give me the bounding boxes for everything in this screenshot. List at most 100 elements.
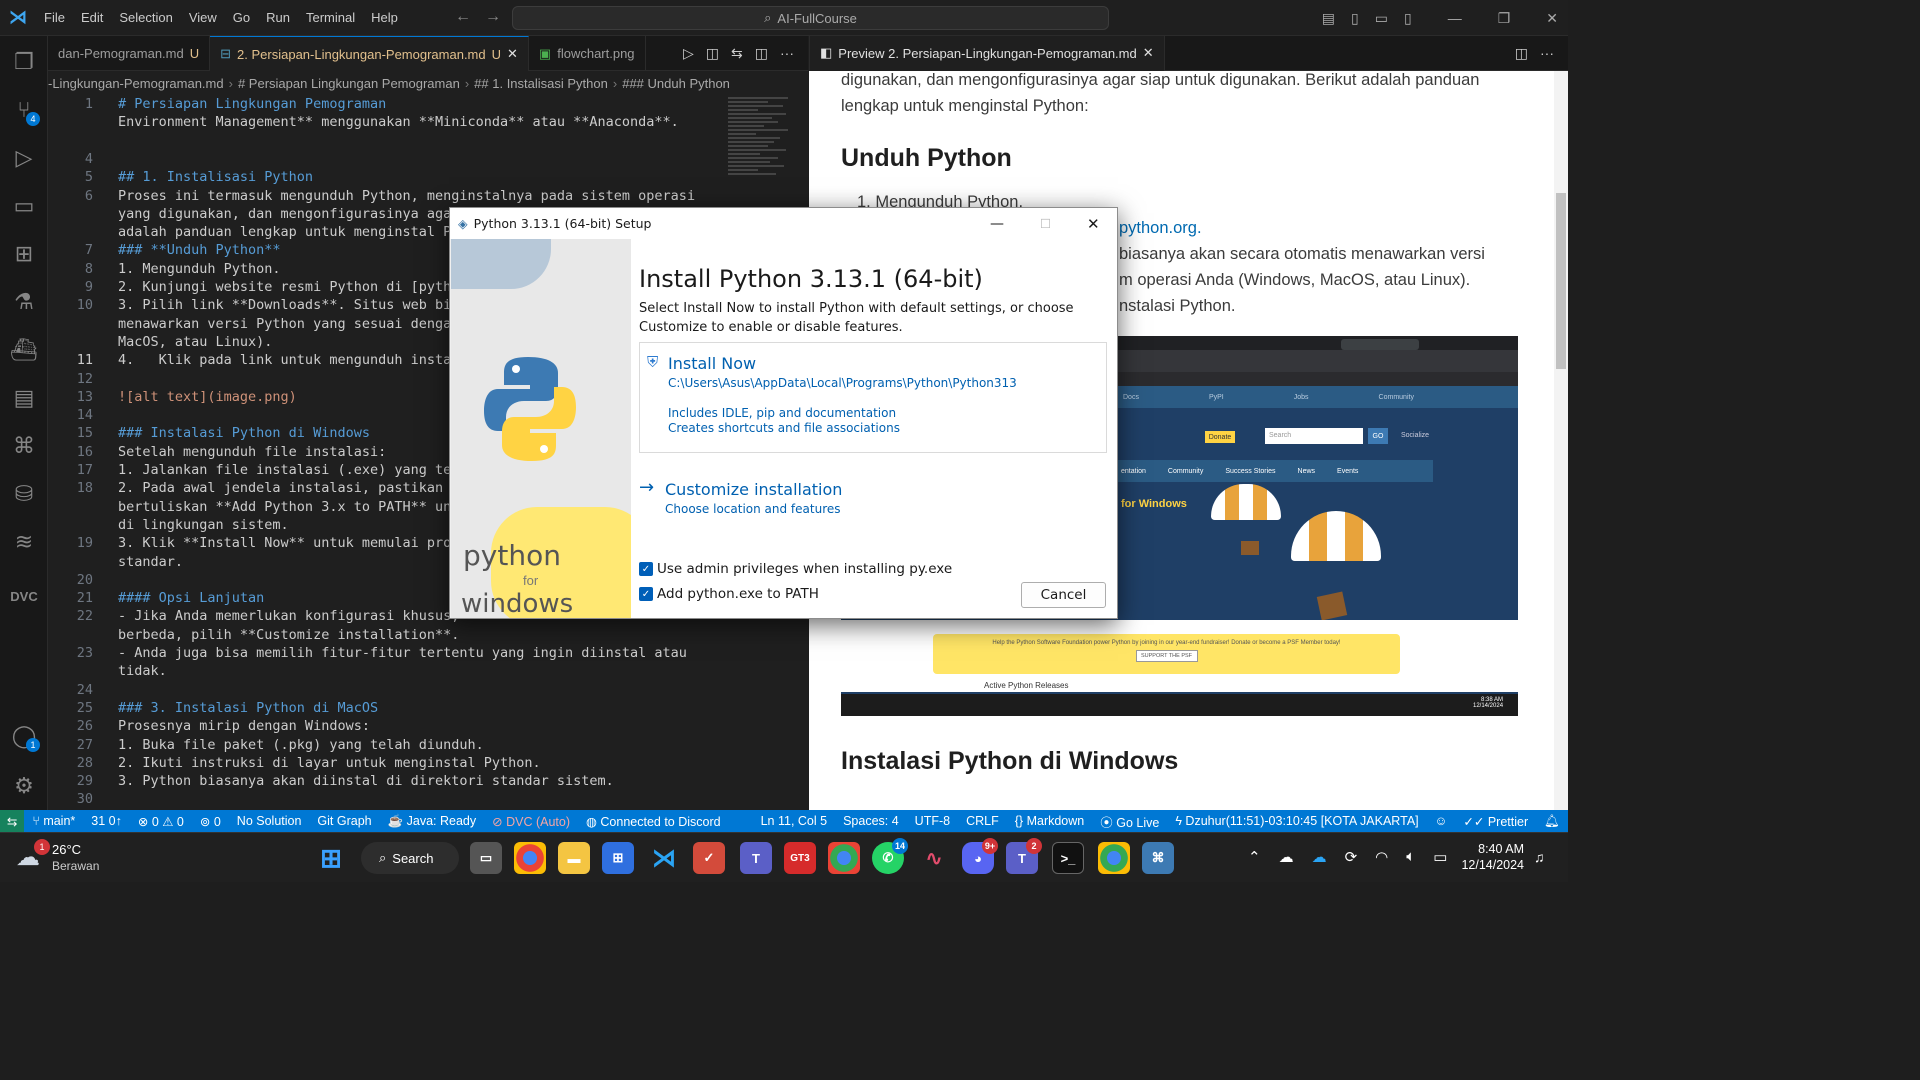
code-line[interactable]: 25 ### 3. Instalasi Python di MacOS [48,699,808,717]
discord-icon[interactable]: ◕ 9+ [962,838,998,874]
code-line[interactable]: 28 2. Ikuti instruksi di layar untuk meng… [48,754,808,772]
pulse-icon[interactable]: ∿ [918,842,950,874]
menu-go[interactable]: Go [225,0,258,36]
customize-label[interactable]: Customize installation [665,480,842,499]
more-actions-icon[interactable]: ··· [1540,45,1554,61]
split-editor-icon[interactable]: ◫ [755,45,768,62]
tab-preview[interactable]: ◧ Preview 2. Persiapan-Lingkungan-Pemogr… [810,35,1165,71]
run-debug-icon[interactable]: ▷ [0,138,48,178]
forward-arrow-icon[interactable]: → [485,8,515,25]
notebook-icon[interactable]: ▤ [0,378,48,418]
account-icon[interactable]: ◯ 1 [0,716,48,756]
onedrive-icon[interactable]: ☁ [1312,848,1327,866]
database-icon[interactable]: ⛁ [0,474,48,514]
install-now-option[interactable]: ⛨ Install Now C:\Users\Asus\AppData\Loca… [639,342,1107,453]
teams-2-icon[interactable]: T2 [1006,838,1042,874]
git-branch[interactable]: ⑂ main* [24,814,83,828]
indentation[interactable]: Spaces: 4 [835,814,907,828]
breadcrumb-file[interactable]: -Lingkungan-Pemograman.md [48,76,224,91]
breadcrumb-h1[interactable]: # Persiapan Lingkungan Pemograman [238,76,460,91]
menu-edit[interactable]: Edit [73,0,111,36]
menu-terminal[interactable]: Terminal [298,0,363,36]
dialog-close-icon[interactable]: ✕ [1087,215,1100,233]
prayer-times[interactable]: ϟ Dzuhur(11:51)-03:10:45 [KOTA JAKARTA] [1167,814,1426,828]
todo-icon[interactable]: ✓ [693,842,725,874]
sync-icon[interactable]: ⟳ [1345,848,1358,866]
prettier-status[interactable]: ✓✓ Prettier [1455,814,1536,829]
tab-close-icon[interactable]: ✕ [507,46,518,62]
menu-selection[interactable]: Selection [111,0,180,36]
copilot-icon[interactable]: ☺ [1427,814,1456,828]
language-mode[interactable]: {} Markdown [1007,814,1093,828]
tab-persiapan-lingkungan[interactable]: ⊟ 2. Persiapan-Lingkungan-Pemograman.md … [210,36,529,71]
run-icon[interactable]: ▷ [683,45,694,62]
chrome-2-icon[interactable] [1098,842,1130,874]
menu-help[interactable]: Help [363,0,406,36]
code-line[interactable]: berbeda, pilih **Customize installation*… [48,626,808,644]
breadcrumb-h2[interactable]: ## 1. Instalisasi Python [474,76,608,91]
vscode-taskbar-icon[interactable]: ⋊ [648,842,680,874]
terminal-icon[interactable]: >_ [1052,842,1084,874]
git-graph-button[interactable]: Git Graph [309,814,379,828]
cancel-button[interactable]: Cancel [1021,582,1106,608]
notifications-bell-icon[interactable]: 🔔︎ [1536,814,1568,829]
testing-icon[interactable]: ⚗ [0,282,48,322]
encoding[interactable]: UTF-8 [907,814,958,828]
end-of-line[interactable]: CRLF [958,814,1007,828]
menu-run[interactable]: Run [258,0,298,36]
ports-status[interactable]: ⊚ 0 [192,814,229,829]
source-control-icon[interactable]: ⑂ 4 [0,90,48,130]
task-view-icon[interactable]: ▭ [470,842,502,874]
code-line[interactable]: 24 [48,681,808,699]
teams-1-icon[interactable]: T [740,842,772,874]
code-line[interactable]: 29 3. Python biasanya akan diinstal di di… [48,772,808,790]
customize-layout-icon[interactable]: ▤ [1322,10,1335,27]
docker-icon[interactable]: ⛴ [0,330,48,370]
chrome-profile-icon[interactable] [828,842,860,874]
wifi-icon[interactable]: ◠ [1375,848,1388,866]
python-setup-taskbar-icon[interactable]: ⌘ [1142,842,1174,874]
menu-file[interactable]: File [36,0,73,36]
toggle-panel-icon[interactable]: ▭ [1375,10,1388,27]
toggle-sidebar-icon[interactable]: ▯ [1351,10,1359,27]
ms-store-icon[interactable]: ⊞ [602,842,634,874]
chrome-icon[interactable] [514,842,546,874]
customize-option[interactable]: → Customize installation Choose location… [639,471,1107,525]
weather-widget[interactable]: ☁ 1 [16,839,50,873]
battery-icon[interactable]: ▭ [1433,848,1447,866]
close-icon[interactable]: ✕ [1546,10,1558,27]
code-line[interactable] [48,132,808,150]
code-line[interactable]: 27 1. Buka file paket (.pkg) yang telah d… [48,736,808,754]
toggle-secondary-sidebar-icon[interactable]: ▯ [1404,10,1412,27]
admin-privileges-checkbox[interactable]: ✓ [639,562,653,576]
code-line[interactable]: 4 [48,150,808,168]
extensions-icon[interactable]: ⊞ [0,234,48,274]
split-editor-icon[interactable]: ◫ [1515,45,1528,62]
layers-icon[interactable]: ≋ [0,522,48,562]
breadcrumb-h3[interactable]: ### Unduh Python [622,76,730,91]
minimap[interactable] [728,95,794,215]
open-preview-icon[interactable]: ◫ [706,45,719,62]
problems-status[interactable]: ⊗ 0 ⚠ 0 [130,814,192,829]
dvc-status[interactable]: ⊘ DVC (Auto) [484,814,578,829]
tray-chevron-icon[interactable]: ⌃ [1248,848,1261,866]
explorer-icon[interactable]: ❐ [0,42,48,82]
preview-scrollbar[interactable] [1554,71,1568,810]
remote-explorer-icon[interactable]: ▭ [0,186,48,226]
discord-status[interactable]: ◍ Connected to Discord [578,814,729,829]
preview-scroll-thumb[interactable] [1556,193,1566,369]
settings-gear-icon[interactable]: ⚙ [0,766,48,806]
whatsapp-icon[interactable]: ✆ 14 [872,838,908,874]
more-actions-icon[interactable]: ··· [780,45,794,61]
menu-view[interactable]: View [181,0,225,36]
cursor-position[interactable]: Ln 11, Col 5 [753,814,835,828]
nav-arrows[interactable]: ←→ [455,8,515,26]
volume-icon[interactable]: 🔈︎ [1406,848,1415,866]
solution-status[interactable]: No Solution [229,814,310,828]
tab-close-icon[interactable]: ✕ [1143,45,1154,61]
dvc-icon[interactable]: DVC [0,576,48,616]
dialog-minimize-icon[interactable]: — [990,216,1004,232]
notification-bell-icon[interactable]: ♫ [1534,849,1545,865]
code-line[interactable]: Environment Management** menggunakan **M… [48,113,808,131]
add-to-path-checkbox[interactable]: ✓ [639,587,653,601]
